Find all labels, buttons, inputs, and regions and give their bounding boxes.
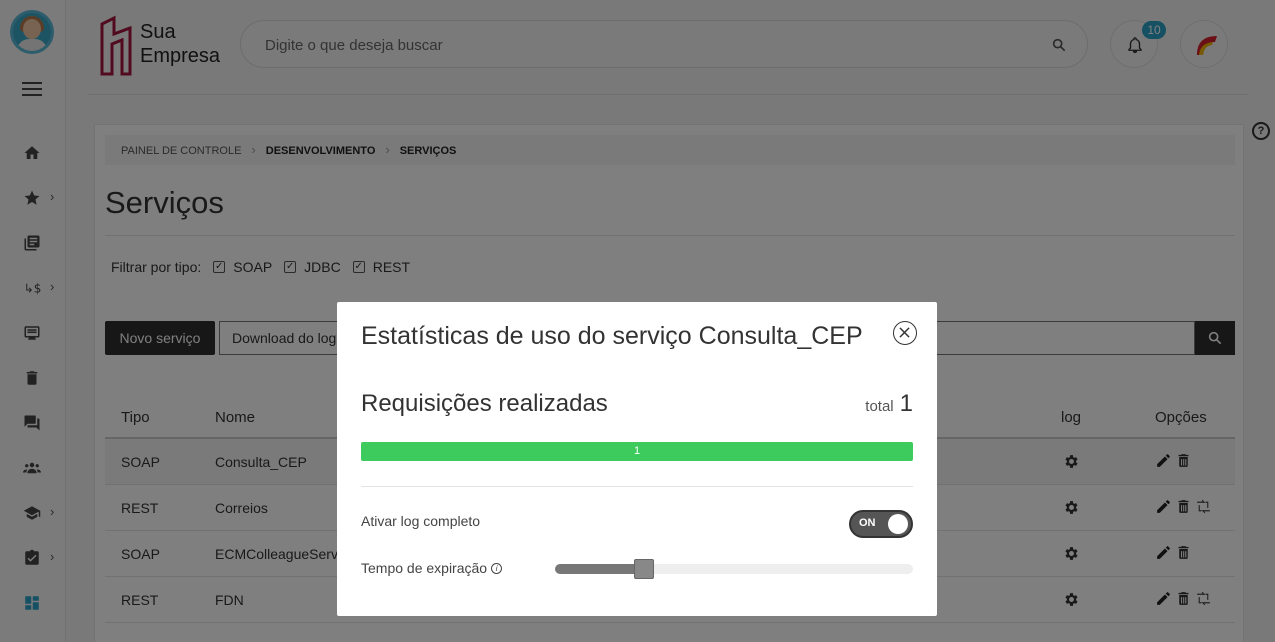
requests-progress-bar: 1: [361, 442, 913, 461]
slider-handle[interactable]: [634, 559, 654, 579]
modal-title: Estatísticas de uso do serviço Consulta_…: [361, 322, 863, 350]
progress-fill: 1: [361, 442, 913, 461]
usage-stats-modal: Estatísticas de uso do serviço Consulta_…: [337, 302, 937, 616]
expiration-slider[interactable]: [555, 559, 913, 579]
close-icon: [899, 327, 910, 338]
requests-total: total 1: [865, 390, 913, 417]
full-log-label: Ativar log completo: [361, 513, 481, 529]
requests-total-value: 1: [899, 390, 913, 417]
info-icon[interactable]: i: [491, 562, 503, 574]
slider-track-fill: [555, 564, 644, 574]
requests-title: Requisições realizadas: [361, 390, 608, 417]
close-button[interactable]: [893, 321, 917, 345]
full-log-toggle[interactable]: ON: [849, 510, 913, 538]
expiration-label: Tempo de expiração i: [361, 560, 503, 576]
modal-divider: [361, 486, 913, 487]
toggle-state-label: ON: [859, 517, 876, 529]
toggle-knob: [888, 514, 908, 534]
